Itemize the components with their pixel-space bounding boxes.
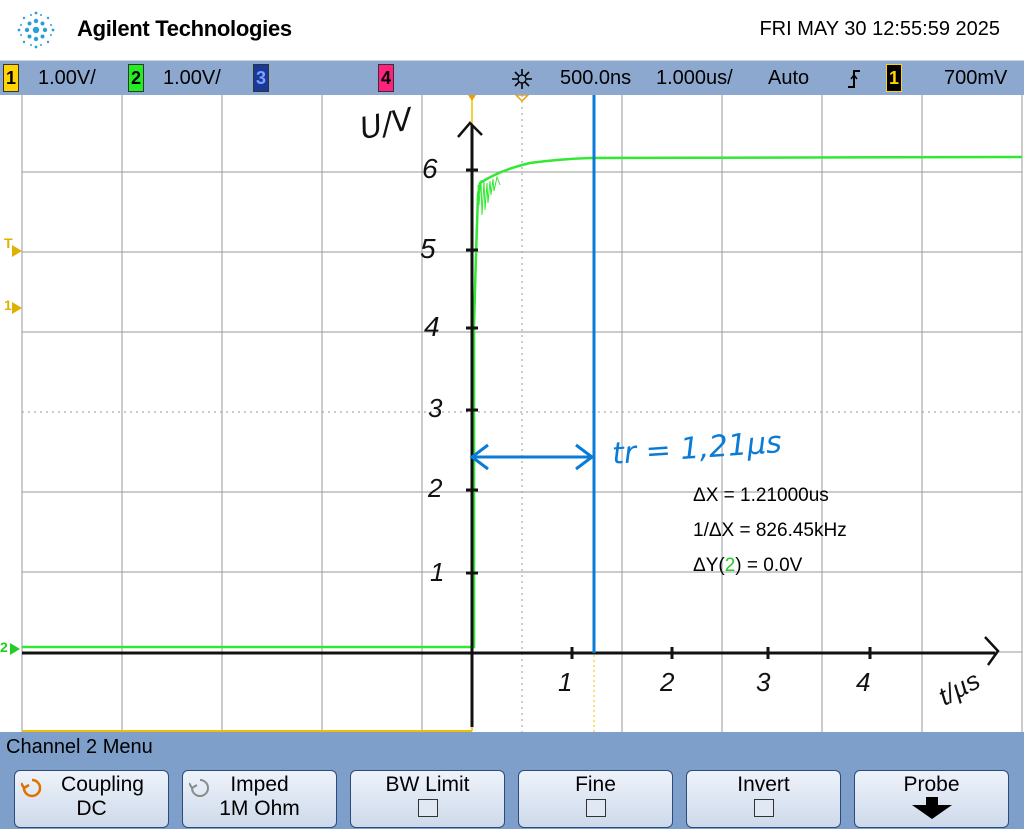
y-tick-4: 4 <box>424 311 440 342</box>
y-tick-1: 1 <box>430 557 445 587</box>
coupling-softkey[interactable]: Coupling DC <box>14 770 169 828</box>
rotate-knob-icon <box>21 778 42 798</box>
brand-name: Agilent Technologies <box>77 16 292 41</box>
delta-y-prefix: ΔY( <box>693 555 725 576</box>
waveform-display[interactable]: T 1 2 U/V 6 5 4 3 2 1 1 2 3 4 t/µs tr = … <box>0 95 1024 732</box>
bw-limit-softkey[interactable]: BW Limit <box>350 770 505 828</box>
invert-label: Invert <box>737 773 790 796</box>
rising-edge-icon <box>848 70 860 88</box>
grid-center-axes <box>22 95 1022 732</box>
fine-label: Fine <box>575 773 616 796</box>
agilent-logo-icon <box>17 11 55 49</box>
trigger-mode: Auto <box>768 67 810 89</box>
fine-checkbox[interactable] <box>585 799 606 817</box>
x-tick-3: 3 <box>756 667 771 697</box>
y-tick-6: 6 <box>422 153 438 184</box>
x-tick-1: 1 <box>558 667 573 697</box>
submenu-arrow-down-icon <box>911 797 952 819</box>
delta-y-suffix: ) = 0.0V <box>735 555 803 576</box>
delta-x-measurement: ΔX = 1.21000us <box>693 485 829 506</box>
waveform-canvas <box>21 95 1023 732</box>
channel-menu: Channel 2 Menu Coupling DC Imped 1M Ohm … <box>0 732 1024 829</box>
probe-softkey[interactable]: Probe <box>854 770 1009 828</box>
impedance-softkey[interactable]: Imped 1M Ohm <box>182 770 337 828</box>
trigger-source-badge: 1 <box>886 64 902 92</box>
rotate-knob-icon <box>189 779 209 797</box>
timebase-icon <box>512 69 532 89</box>
channel-2-arrow-icon <box>10 643 20 655</box>
trigger-level: 700mV <box>944 67 1008 89</box>
status-bar: 1 1.00V/ 2 1.00V/ 3 4 500.0ns 1.000us/ A… <box>0 60 1024 96</box>
y-axis-arrow-icon <box>457 121 483 138</box>
channel-4-badge[interactable]: 4 <box>378 64 394 92</box>
y-tick-2: 2 <box>428 473 443 503</box>
impedance-value: 1M Ohm <box>219 797 300 820</box>
menu-title: Channel 2 Menu <box>6 736 153 758</box>
channel-1-scale: 1.00V/ <box>38 67 96 89</box>
channel-2-badge[interactable]: 2 <box>128 64 144 92</box>
y-tick-5: 5 <box>420 233 436 264</box>
delta-y-channel: 2 <box>724 555 736 576</box>
delta-y-measurement: ΔY(2) = 0.0V <box>693 555 802 577</box>
x-tick-4: 4 <box>856 667 871 697</box>
bw-limit-label: BW Limit <box>385 773 470 796</box>
bw-limit-checkbox[interactable] <box>417 799 438 817</box>
title-bar: Agilent Technologies FRI MAY 30 12:55:59… <box>0 0 1024 60</box>
invert-checkbox[interactable] <box>753 799 774 817</box>
coupling-value: DC <box>76 797 107 820</box>
y-tick-3: 3 <box>428 393 443 423</box>
channel-1-arrow-icon <box>12 302 22 314</box>
invert-softkey[interactable]: Invert <box>686 770 841 828</box>
inverse-delta-x-measurement: 1/ΔX = 826.45kHz <box>693 520 847 541</box>
time-scale: 1.000us/ <box>656 67 733 89</box>
trigger-position-marker-icon <box>468 95 476 101</box>
channel-3-badge[interactable]: 3 <box>253 64 269 92</box>
probe-label: Probe <box>903 773 960 796</box>
x-tick-2: 2 <box>660 667 675 697</box>
x-axis-arrow-icon <box>984 636 1000 666</box>
trigger-arrow-icon <box>12 245 22 257</box>
fine-softkey[interactable]: Fine <box>518 770 673 828</box>
channel-2-ground-marker[interactable]: 2 <box>0 639 8 655</box>
channel-1-ground-marker[interactable]: 1 <box>4 297 12 313</box>
time-position: 500.0ns <box>560 67 632 89</box>
channel-1-badge[interactable]: 1 <box>3 64 19 92</box>
channel-2-ringing <box>477 175 501 216</box>
channel-2-scale: 1.00V/ <box>163 67 221 89</box>
date-time: FRI MAY 30 12:55:59 2025 <box>759 18 1000 40</box>
